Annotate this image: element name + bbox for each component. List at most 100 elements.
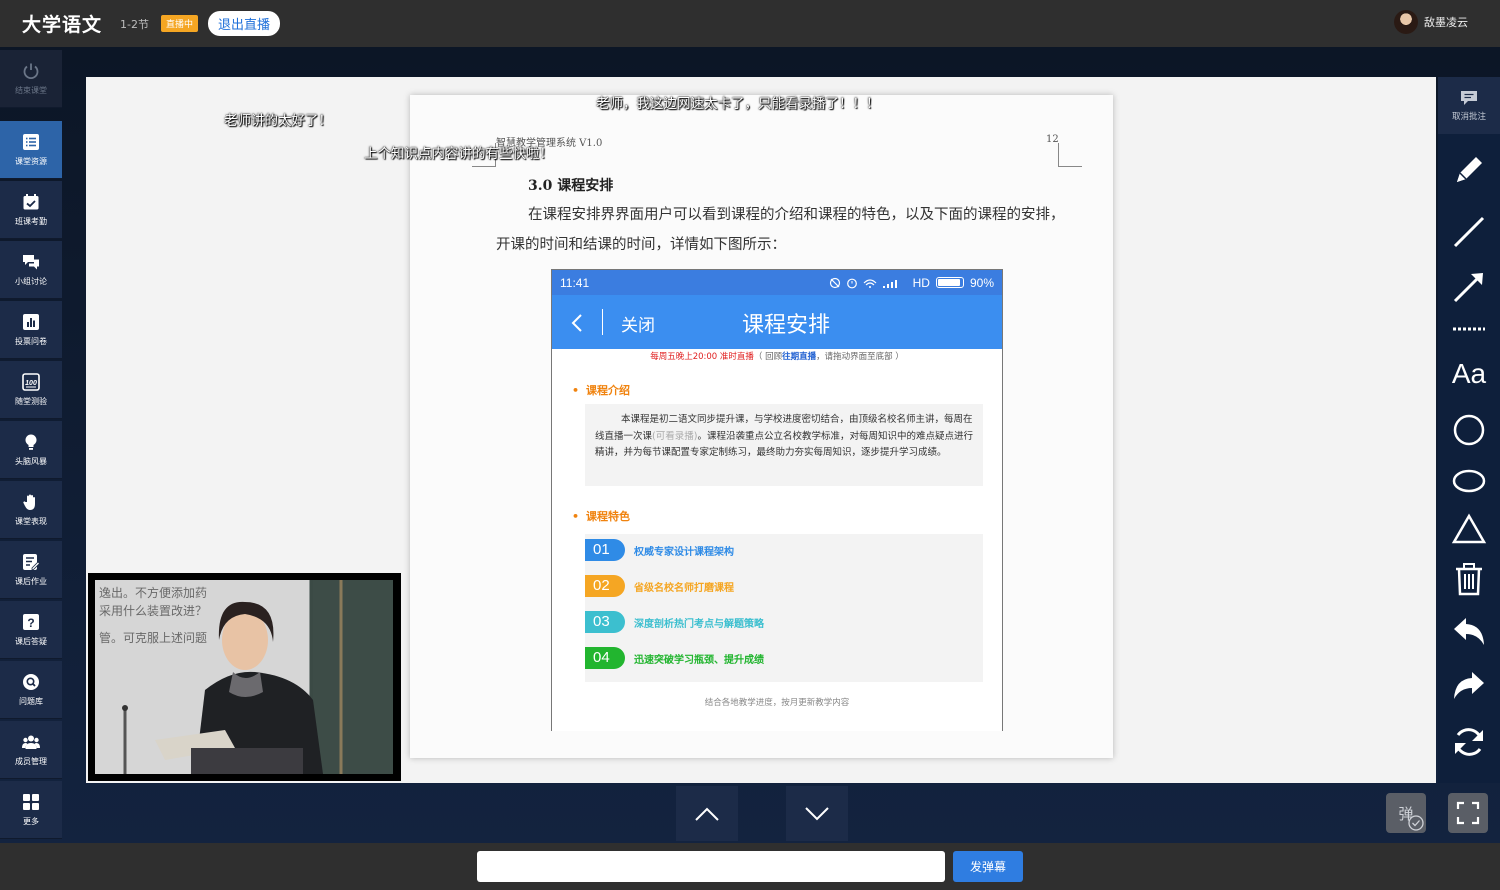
teacher-video[interactable]: 逸出。不方便添加药 采用什么装置改进？ 管。可克服上述问题 <box>88 573 401 781</box>
sidebar-item-label: 班课考勤 <box>15 216 47 226</box>
power-icon <box>22 62 40 80</box>
question-icon: ? <box>22 613 40 631</box>
comment-icon <box>1461 90 1477 105</box>
edit-document-icon <box>22 553 40 571</box>
svg-text:100: 100 <box>25 380 37 387</box>
features-list: 01 权威专家设计课程架构 02 省级名校名师打磨课程 03 深度剖析热门考点与… <box>585 534 983 682</box>
session-label: 1-2节 <box>120 17 149 31</box>
sidebar-item-label: 问题库 <box>19 696 43 706</box>
phone-time: 11:41 <box>560 275 590 290</box>
sidebar-item-members[interactable]: 成员管理 <box>0 721 62 779</box>
danmaku-input[interactable] <box>477 851 945 882</box>
score-100-icon: 100 <box>22 372 40 391</box>
chevron-down-icon <box>805 806 829 820</box>
send-danmaku-button[interactable]: 发弹幕 <box>953 851 1023 882</box>
sidebar-item-question-bank[interactable]: 问题库 <box>0 661 62 719</box>
group-icon <box>22 733 40 751</box>
sidebar-item-brainstorm[interactable]: 头脑风暴 <box>0 421 62 479</box>
annotation-toolbar: 取消批注 Aa <box>1438 77 1500 783</box>
list-item: 04 迅速突破学习瓶颈、提升成绩 <box>585 647 764 669</box>
sidebar-item-label: 头脑风暴 <box>15 456 47 466</box>
phone-title: 课程安排 <box>742 313 831 338</box>
live-badge: 直播中 <box>160 15 198 32</box>
phone-status-bar: 11:41 HD 90% <box>552 270 1002 295</box>
battery-percent: 90% <box>969 275 994 290</box>
circle-icon[interactable] <box>1449 410 1489 450</box>
dotted-line-icon[interactable] <box>1449 309 1489 349</box>
cancel-annotation-label: 取消批注 <box>1451 111 1486 122</box>
phone-screenshot: 11:41 HD 90% 关闭 课程安排 每周五晚上20:00 准时直播（ 回顾… <box>551 269 1003 731</box>
text-icon[interactable]: Aa <box>1449 354 1489 394</box>
bar-chart-icon <box>22 313 40 331</box>
danmaku-comment: 上个知识点内容讲的有些快啦！ <box>364 146 553 162</box>
list-item: 01 权威专家设计课程架构 <box>585 539 734 561</box>
sidebar-item-vote[interactable]: 投票问卷 <box>0 301 62 359</box>
arrow-icon[interactable] <box>1449 267 1489 307</box>
end-class-button[interactable]: 结束课堂 <box>0 50 62 108</box>
sidebar-item-more[interactable]: 更多 <box>0 781 62 839</box>
sidebar-item-qa[interactable]: ? 课后答疑 <box>0 601 62 659</box>
intro-heading: 课程介绍 <box>572 382 630 398</box>
user-profile[interactable]: 敌墨凌云 <box>1394 10 1468 34</box>
sidebar-item-class-performance[interactable]: 课堂表现 <box>0 481 62 539</box>
exit-live-button[interactable]: 退出直播 <box>208 11 281 36</box>
crop-mark <box>1058 143 1082 167</box>
list-icon <box>22 133 40 151</box>
sidebar-item-label: 投票问卷 <box>15 336 47 346</box>
video-frame: 逸出。不方便添加药 采用什么装置改进？ 管。可克服上述问题 <box>95 580 393 774</box>
teacher-figure <box>122 580 393 774</box>
svg-text:?: ? <box>27 616 34 630</box>
trash-icon[interactable] <box>1449 559 1489 599</box>
left-sidebar: 结束课堂 课堂资源 班课考勤 小组讨论 投票问卷 100 随堂测验 头脑风暴 课… <box>0 50 62 840</box>
sidebar-item-homework[interactable]: 课后作业 <box>0 541 62 599</box>
sidebar-item-label: 课堂资源 <box>15 156 47 166</box>
fullscreen-button[interactable] <box>1448 793 1488 833</box>
check-circle-icon <box>1408 815 1424 831</box>
sidebar-item-label: 成员管理 <box>15 756 47 766</box>
battery-icon <box>935 277 964 288</box>
fullscreen-icon <box>1456 801 1480 825</box>
sidebar-item-label: 小组讨论 <box>15 276 47 286</box>
phone-nav-bar: 关闭 课程安排 <box>552 295 1002 349</box>
calendar-check-icon <box>22 193 40 211</box>
sidebar-item-attendance[interactable]: 班课考勤 <box>0 181 62 239</box>
phone-hd-label: HD <box>912 275 930 290</box>
avatar[interactable] <box>1394 10 1418 34</box>
nav-separator <box>602 309 603 335</box>
phone-close-label: 关闭 <box>621 316 655 336</box>
course-title: 大学语文 <box>22 14 103 36</box>
top-bar: 大学语文 1-2节 直播中 退出直播 敌墨凌云 <box>0 0 1500 47</box>
document-page: 智慧教学管理系统 V1.0 12 3.0 课程安排 在课程安排界界面用户可以看到… <box>410 95 1113 758</box>
cancel-annotation-button[interactable]: 取消批注 <box>1438 77 1500 134</box>
sidebar-item-group-discussion[interactable]: 小组讨论 <box>0 241 62 299</box>
list-item: 03 深度剖析热门考点与解题策略 <box>585 611 764 633</box>
sidebar-item-label: 课堂表现 <box>15 516 47 526</box>
features-heading: 课程特色 <box>572 508 630 524</box>
undo-icon[interactable] <box>1449 613 1489 653</box>
sidebar-item-class-resources[interactable]: 课堂资源 <box>0 121 62 179</box>
prev-page-button[interactable] <box>676 786 738 841</box>
lightbulb-icon <box>22 433 40 451</box>
end-class-label: 结束课堂 <box>15 85 47 95</box>
danmaku-bar: 发弹幕 <box>0 843 1500 890</box>
next-page-button[interactable] <box>786 786 848 841</box>
line-icon[interactable] <box>1449 212 1489 252</box>
search-question-icon <box>22 673 40 691</box>
list-item: 02 省级名校名师打磨课程 <box>585 575 734 597</box>
document-paragraph: 在课程安排界界面用户可以看到课程的介绍和课程的特色，以及下面的课程的安排，开课的… <box>496 207 1065 253</box>
page-number: 12 <box>1046 134 1059 145</box>
ellipse-icon[interactable] <box>1449 461 1489 501</box>
redo-icon[interactable] <box>1449 667 1489 707</box>
hand-icon <box>22 493 40 511</box>
pen-icon[interactable] <box>1449 150 1489 190</box>
chevron-up-icon <box>695 807 719 821</box>
chat-icon <box>22 253 40 271</box>
grid-icon <box>22 793 40 811</box>
section-title: 3.0 课程安排 <box>528 178 614 194</box>
sidebar-item-quiz[interactable]: 100 随堂测验 <box>0 361 62 419</box>
triangle-icon[interactable] <box>1449 509 1489 549</box>
phone-footer-note: 结合各地教学进度，按月更新教学内容 <box>704 698 850 708</box>
username: 敌墨凌云 <box>1424 16 1468 29</box>
refresh-icon[interactable] <box>1449 722 1489 762</box>
danmaku-toggle-button[interactable]: 弹 <box>1386 793 1426 833</box>
